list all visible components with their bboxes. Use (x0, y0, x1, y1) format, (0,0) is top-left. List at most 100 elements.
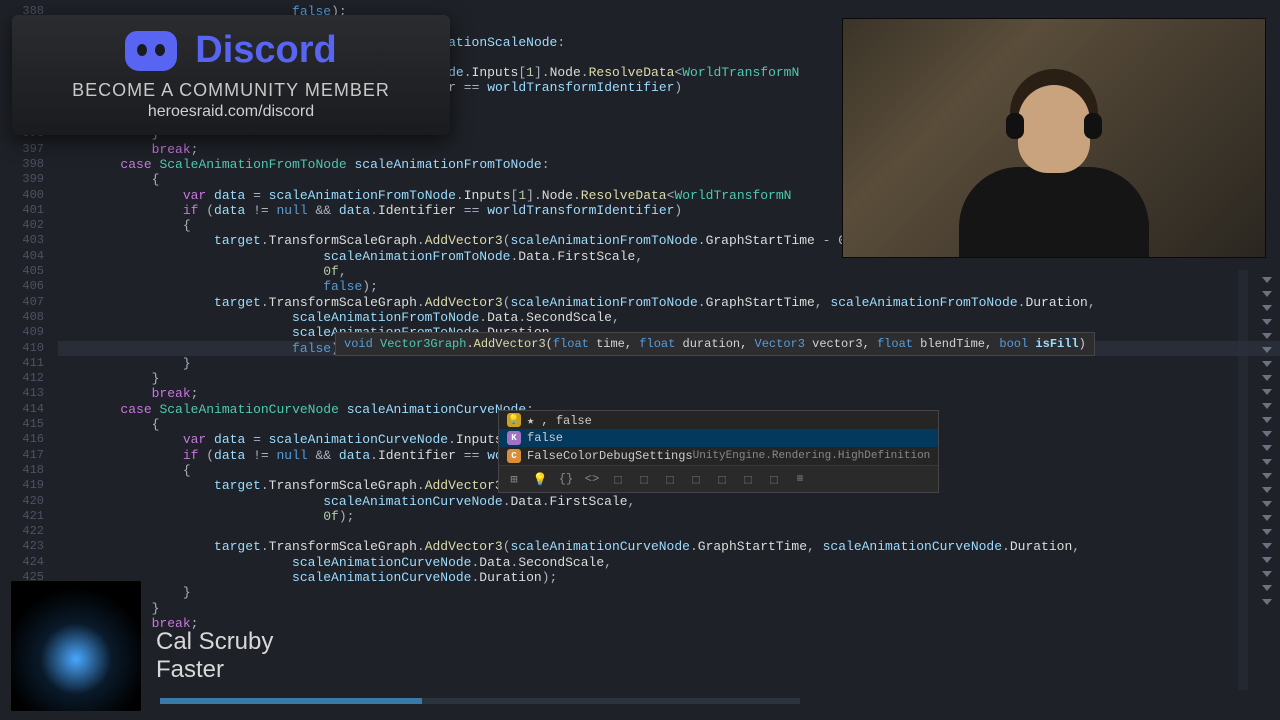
minimap[interactable] (1238, 270, 1248, 690)
autocomplete-item[interactable]: Kfalse (499, 429, 938, 447)
code-line[interactable]: false); (58, 279, 1280, 294)
autocomplete-namespace: UnityEngine.Rendering.HighDefinition (693, 450, 931, 462)
line-number: 400 (0, 188, 58, 203)
autocomplete-item[interactable]: CFalseColorDebugSettingsUnityEngine.Rend… (499, 447, 938, 465)
code-line[interactable]: scaleAnimationCurveNode.Data.FirstScale, (58, 494, 1280, 509)
fold-arrow-icon[interactable] (1262, 529, 1272, 535)
autocomplete-filter-button[interactable]: ⬚ (661, 470, 679, 488)
line-number: 414 (0, 402, 58, 417)
autocomplete-filter-button[interactable]: ⬚ (635, 470, 653, 488)
autocomplete-filter-button[interactable]: ⬚ (739, 470, 757, 488)
fold-arrow-icon[interactable] (1262, 515, 1272, 521)
code-line[interactable]: } (58, 356, 1280, 371)
autocomplete-popup[interactable]: 💡★ , falseKfalseCFalseColorDebugSettings… (498, 410, 939, 493)
fold-arrow-icon[interactable] (1262, 305, 1272, 311)
album-art (10, 580, 142, 712)
fold-arrow-icon[interactable] (1262, 445, 1272, 451)
line-number: 419 (0, 478, 58, 493)
fold-arrow-icon[interactable] (1262, 361, 1272, 367)
fold-arrow-icon[interactable] (1262, 585, 1272, 591)
autocomplete-filter-button[interactable]: ⬚ (687, 470, 705, 488)
fold-arrow-icon[interactable] (1262, 389, 1272, 395)
fold-arrow-icon[interactable] (1262, 543, 1272, 549)
fold-arrow-icon[interactable] (1262, 403, 1272, 409)
fold-arrow-icon[interactable] (1262, 487, 1272, 493)
fold-arrow-icon[interactable] (1262, 347, 1272, 353)
discord-url: heroesraid.com/discord (148, 103, 314, 121)
line-number: 405 (0, 264, 58, 279)
line-number: 418 (0, 463, 58, 478)
code-line[interactable]: 0f, (58, 264, 1280, 279)
code-line[interactable]: break; (58, 386, 1280, 401)
autocomplete-label: ★ , false (527, 413, 592, 428)
fold-indicators[interactable] (1254, 270, 1280, 690)
line-number: 421 (0, 509, 58, 524)
sig-method: AddVector3 (474, 337, 546, 351)
fold-arrow-icon[interactable] (1262, 277, 1272, 283)
line-number: 423 (0, 539, 58, 554)
line-number: 404 (0, 249, 58, 264)
fold-arrow-icon[interactable] (1262, 599, 1272, 605)
line-number: 420 (0, 494, 58, 509)
fold-arrow-icon[interactable] (1262, 333, 1272, 339)
line-number: 417 (0, 448, 58, 463)
music-artist: Cal Scruby (156, 628, 273, 656)
discord-brand: Discord (195, 29, 336, 72)
fold-arrow-icon[interactable] (1262, 473, 1272, 479)
cls-icon: C (507, 449, 521, 463)
line-number: 415 (0, 417, 58, 432)
line-number: 403 (0, 233, 58, 248)
code-line[interactable] (58, 524, 1280, 539)
sig-params: (float time, float duration, Vector3 vec… (546, 337, 1086, 351)
autocomplete-item[interactable]: 💡 ★ , false (499, 411, 938, 429)
kw-icon: K (507, 431, 521, 445)
autocomplete-filter-button[interactable]: ⬚ (765, 470, 783, 488)
autocomplete-label: false (527, 431, 563, 445)
discord-icon (125, 31, 177, 71)
autocomplete-filter-button[interactable]: 💡 (531, 470, 549, 488)
code-line[interactable]: } (58, 371, 1280, 386)
line-number: 411 (0, 356, 58, 371)
sig-class: Vector3Graph (380, 337, 466, 351)
autocomplete-toolbar: ⊞ 💡 {} <> ⬚ ⬚ ⬚ ⬚ ⬚ ⬚ ⬚ ≡ (499, 465, 938, 492)
line-number: 407 (0, 295, 58, 310)
fold-arrow-icon[interactable] (1262, 431, 1272, 437)
line-number: 399 (0, 172, 58, 187)
line-number: 413 (0, 386, 58, 401)
discord-promo-banner: Discord BECOME A COMMUNITY MEMBER heroes… (12, 15, 450, 135)
fold-arrow-icon[interactable] (1262, 375, 1272, 381)
code-line[interactable]: scaleAnimationCurveNode.Data.SecondScale… (58, 555, 1280, 570)
code-line[interactable]: scaleAnimationFromToNode.Data.SecondScal… (58, 310, 1280, 325)
line-number: 402 (0, 218, 58, 233)
autocomplete-filter-button[interactable]: ⊞ (505, 470, 523, 488)
discord-subtitle: BECOME A COMMUNITY MEMBER (72, 80, 390, 101)
line-number: 410 (0, 341, 58, 356)
signature-help-tooltip: void Vector3Graph.AddVector3(float time,… (335, 332, 1095, 356)
line-number: 424 (0, 555, 58, 570)
fold-arrow-icon[interactable] (1262, 501, 1272, 507)
autocomplete-filter-button[interactable]: ⬚ (609, 470, 627, 488)
sig-return-type: void (344, 337, 373, 351)
webcam-overlay (842, 18, 1266, 258)
code-line[interactable]: 0f); (58, 509, 1280, 524)
fold-arrow-icon[interactable] (1262, 571, 1272, 577)
fold-arrow-icon[interactable] (1262, 291, 1272, 297)
fold-arrow-icon[interactable] (1262, 417, 1272, 423)
line-number: 412 (0, 371, 58, 386)
fold-arrow-icon[interactable] (1262, 319, 1272, 325)
line-number: 401 (0, 203, 58, 218)
fold-arrow-icon[interactable] (1262, 459, 1272, 465)
autocomplete-filter-button[interactable]: ⬚ (713, 470, 731, 488)
line-number: 416 (0, 432, 58, 447)
bulb-icon: 💡 (507, 413, 521, 427)
code-line[interactable]: target.TransformScaleGraph.AddVector3(sc… (58, 295, 1280, 310)
fold-arrow-icon[interactable] (1262, 557, 1272, 563)
autocomplete-filter-button[interactable]: {} (557, 470, 575, 488)
autocomplete-filter-button[interactable]: <> (583, 470, 601, 488)
autocomplete-filter-button[interactable]: ≡ (791, 470, 809, 488)
code-line[interactable]: target.TransformScaleGraph.AddVector3(sc… (58, 539, 1280, 554)
line-number: 422 (0, 524, 58, 539)
line-number: 406 (0, 279, 58, 294)
line-number: 408 (0, 310, 58, 325)
line-number: 398 (0, 157, 58, 172)
